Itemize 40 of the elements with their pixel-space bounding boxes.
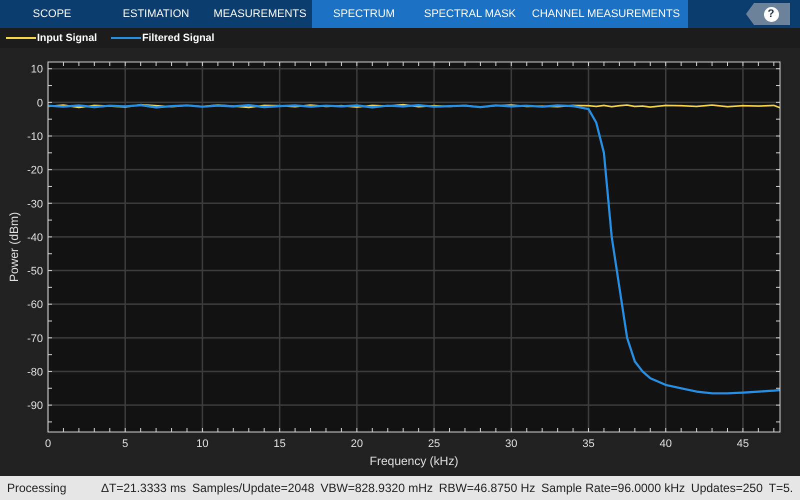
status-text: Processing bbox=[7, 481, 68, 495]
tab[interactable]: SCOPE bbox=[0, 0, 104, 28]
status-field: VBW=828.9320 mHz bbox=[320, 481, 433, 495]
tab[interactable]: CHANNEL MEASUREMENTS bbox=[524, 0, 688, 28]
help-button[interactable]: ? bbox=[746, 3, 790, 25]
status-field: ΔT=21.3333 ms bbox=[101, 481, 186, 495]
tab[interactable]: ESTIMATION bbox=[104, 0, 208, 28]
status-field: Updates=250 bbox=[691, 481, 763, 495]
x-tick-label: 30 bbox=[505, 438, 518, 450]
x-tick-label: 25 bbox=[428, 438, 440, 450]
status-field: T=5. bbox=[768, 481, 794, 495]
x-tick-label: 20 bbox=[350, 438, 363, 450]
legend-label[interactable]: Filtered Signal bbox=[142, 32, 214, 44]
status-field: RBW=46.8750 Hz bbox=[438, 481, 536, 495]
y-tick-label: -80 bbox=[27, 366, 43, 378]
y-tick-label: -70 bbox=[27, 332, 43, 345]
x-tick-label: 45 bbox=[736, 438, 750, 450]
x-tick-label: 40 bbox=[660, 438, 672, 450]
x-tick-label: 15 bbox=[274, 438, 286, 450]
y-tick-label: -90 bbox=[27, 400, 43, 412]
x-tick-label: 5 bbox=[122, 438, 128, 450]
x-tick-label: 35 bbox=[582, 438, 595, 450]
tab[interactable]: SPECTRUM bbox=[312, 0, 416, 28]
y-tick-label: -30 bbox=[27, 198, 43, 210]
y-tick-label: 10 bbox=[30, 64, 43, 76]
y-tick-label: -20 bbox=[27, 164, 43, 177]
y-axis-title: Power (dBm) bbox=[7, 212, 21, 282]
y-tick-label: -40 bbox=[27, 232, 43, 244]
y-tick-label: -60 bbox=[27, 299, 43, 312]
status-field: Samples/Update=2048 bbox=[192, 481, 314, 495]
x-tick-label: 0 bbox=[44, 438, 52, 450]
tab[interactable]: MEASUREMENTS bbox=[208, 0, 312, 28]
legend-label[interactable]: Input Signal bbox=[37, 32, 98, 44]
y-tick-label: 0 bbox=[36, 97, 43, 110]
tab[interactable]: SPECTRAL MASK bbox=[416, 0, 524, 28]
status-field: Sample Rate=96.0000 kHz bbox=[541, 481, 686, 495]
y-tick-label: -10 bbox=[27, 131, 43, 143]
x-tick-label: 10 bbox=[196, 438, 209, 450]
x-axis-title: Frequency (kHz) bbox=[370, 454, 458, 468]
y-tick-label: -50 bbox=[27, 266, 43, 278]
